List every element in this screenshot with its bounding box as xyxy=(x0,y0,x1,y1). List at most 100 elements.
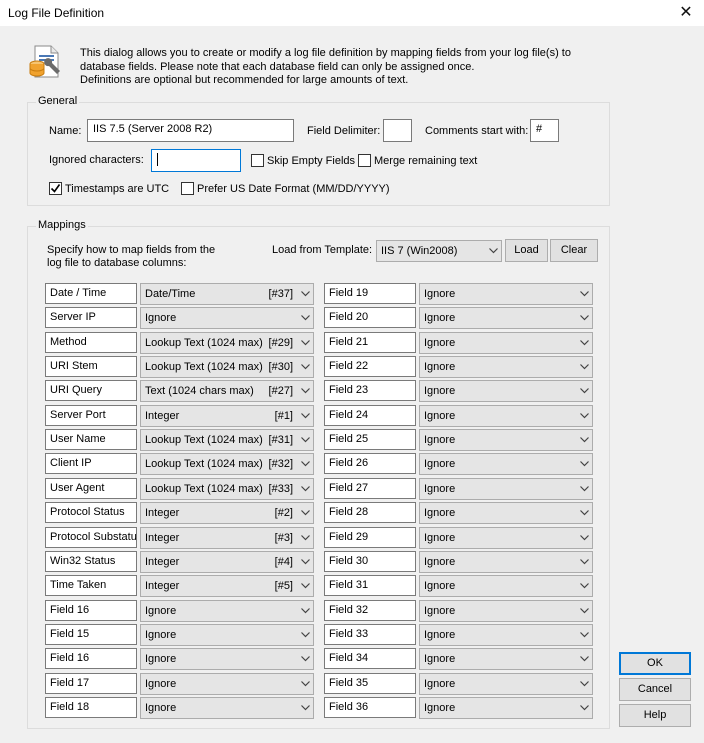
column-type-select[interactable]: Ignore xyxy=(140,648,314,670)
column-type-select[interactable]: Integer [#3] xyxy=(140,527,314,549)
column-type-select[interactable]: Lookup Text (1024 max) [#29] xyxy=(140,332,314,354)
source-field-input[interactable]: Client IP xyxy=(45,453,137,474)
column-type-select[interactable]: Ignore xyxy=(419,283,593,305)
source-field-input[interactable]: Field 32 xyxy=(324,600,416,621)
source-field-input[interactable]: Field 26 xyxy=(324,453,416,474)
column-type-select[interactable]: Ignore xyxy=(140,697,314,719)
column-type-select[interactable]: Ignore xyxy=(140,624,314,646)
source-field-input[interactable]: URI Query xyxy=(45,380,137,401)
source-field-input[interactable]: Field 31 xyxy=(324,575,416,596)
merge-remaining-text-label: Merge remaining text xyxy=(374,154,478,167)
source-field-input[interactable]: Protocol Status xyxy=(45,502,137,523)
column-type-select[interactable]: Ignore xyxy=(140,600,314,622)
source-field-input[interactable]: Server Port xyxy=(45,405,137,426)
source-field-input[interactable]: Field 16 xyxy=(45,600,137,621)
column-type-select[interactable]: Ignore xyxy=(419,600,593,622)
chevron-down-icon xyxy=(485,241,501,261)
column-type-select[interactable]: Ignore xyxy=(419,697,593,719)
column-type-select[interactable]: Ignore xyxy=(419,673,593,695)
column-type-select[interactable]: Ignore xyxy=(419,575,593,597)
source-field-input[interactable]: User Name xyxy=(45,429,137,450)
column-type-select[interactable]: Ignore xyxy=(419,356,593,378)
column-type-select[interactable]: Ignore xyxy=(419,405,593,427)
source-field-input[interactable]: Field 18 xyxy=(45,697,137,718)
column-type-select[interactable]: Ignore xyxy=(419,624,593,646)
source-field-input[interactable]: Field 36 xyxy=(324,697,416,718)
column-type-select[interactable]: Ignore xyxy=(419,527,593,549)
column-type-select[interactable]: Integer [#5] xyxy=(140,575,314,597)
column-type-select[interactable]: Ignore xyxy=(419,648,593,670)
column-type-select[interactable]: Ignore xyxy=(419,380,593,402)
intro-text: This dialog allows you to create or modi… xyxy=(80,47,590,88)
column-type-select[interactable]: Ignore xyxy=(419,453,593,475)
column-index: [#31] xyxy=(268,434,293,446)
column-type-select[interactable]: Lookup Text (1024 max) [#30] xyxy=(140,356,314,378)
column-type-select[interactable]: Ignore xyxy=(140,307,314,329)
source-field-input[interactable]: Field 22 xyxy=(324,356,416,377)
source-field-input[interactable]: Field 25 xyxy=(324,429,416,450)
source-field-input[interactable]: Field 21 xyxy=(324,332,416,353)
source-field-input[interactable]: Field 20 xyxy=(324,307,416,328)
chevron-down-icon xyxy=(297,454,313,474)
column-type-select[interactable]: Ignore xyxy=(419,307,593,329)
source-field-input[interactable]: Field 29 xyxy=(324,527,416,548)
source-field-input[interactable]: User Agent xyxy=(45,478,137,499)
source-field-input[interactable]: Field 17 xyxy=(45,673,137,694)
template-select[interactable]: IIS 7 (Win2008) xyxy=(376,240,502,262)
source-field-input[interactable]: URI Stem xyxy=(45,356,137,377)
column-type-select[interactable]: Lookup Text (1024 max) [#33] xyxy=(140,478,314,500)
ok-button[interactable]: OK xyxy=(619,652,691,675)
name-label: Name: xyxy=(49,125,82,137)
timestamps-utc-checkbox[interactable]: Timestamps are UTC xyxy=(49,182,169,195)
column-type-select[interactable]: Integer [#2] xyxy=(140,502,314,524)
column-type-select[interactable]: Integer [#1] xyxy=(140,405,314,427)
column-type-select[interactable]: Lookup Text (1024 max) [#31] xyxy=(140,429,314,451)
source-field-input[interactable]: Field 15 xyxy=(45,624,137,645)
chevron-down-icon xyxy=(297,528,313,548)
source-field-input[interactable]: Field 23 xyxy=(324,380,416,401)
column-type-select[interactable]: Ignore xyxy=(419,478,593,500)
prefer-us-date-checkbox[interactable]: Prefer US Date Format (MM/DD/YYYY) xyxy=(181,182,390,195)
skip-empty-fields-checkbox[interactable]: Skip Empty Fields xyxy=(251,154,355,167)
source-field-input[interactable]: Field 16 xyxy=(45,648,137,669)
source-field-input[interactable]: Field 27 xyxy=(324,478,416,499)
source-field-input[interactable]: Field 24 xyxy=(324,405,416,426)
name-input[interactable]: IIS 7.5 (Server 2008 R2) xyxy=(87,119,294,142)
prefer-us-date-label: Prefer US Date Format (MM/DD/YYYY) xyxy=(197,182,390,195)
merge-remaining-text-checkbox[interactable]: Merge remaining text xyxy=(358,154,477,167)
field-delimiter-input[interactable] xyxy=(383,119,412,142)
column-type-select[interactable]: Integer [#4] xyxy=(140,551,314,573)
column-index: [#33] xyxy=(268,483,293,495)
source-field-input[interactable]: Date / Time xyxy=(45,283,137,304)
load-template-button[interactable]: Load xyxy=(505,239,548,262)
cancel-button[interactable]: Cancel xyxy=(619,678,691,701)
source-field-input[interactable]: Field 35 xyxy=(324,673,416,694)
chevron-down-icon xyxy=(297,333,313,353)
help-button[interactable]: Help xyxy=(619,704,691,727)
column-type-select[interactable]: Ignore xyxy=(140,673,314,695)
column-type-select[interactable]: Ignore xyxy=(419,551,593,573)
column-type-select[interactable]: Text (1024 chars max) [#27] xyxy=(140,380,314,402)
source-field-input[interactable]: Field 34 xyxy=(324,648,416,669)
column-type-value: Ignore xyxy=(424,556,456,568)
column-type-select[interactable]: Lookup Text (1024 max) [#32] xyxy=(140,453,314,475)
source-field-input[interactable]: Field 30 xyxy=(324,551,416,572)
clear-template-button[interactable]: Clear xyxy=(550,239,598,262)
source-field-input[interactable]: Protocol Substatus xyxy=(45,527,137,548)
source-field-input[interactable]: Field 19 xyxy=(324,283,416,304)
ignored-characters-input[interactable] xyxy=(151,149,241,172)
source-field-input[interactable]: Win32 Status xyxy=(45,551,137,572)
source-field-input[interactable]: Time Taken xyxy=(45,575,137,596)
column-type-select[interactable]: Ignore xyxy=(419,332,593,354)
close-icon[interactable]: ✕ xyxy=(676,3,696,23)
comments-input[interactable]: # xyxy=(530,119,559,142)
source-field-input[interactable]: Field 28 xyxy=(324,502,416,523)
column-type-select[interactable]: Date/Time [#37] xyxy=(140,283,314,305)
source-field-input[interactable]: Method xyxy=(45,332,137,353)
intro-line: This dialog allows you to create or modi… xyxy=(80,47,571,59)
column-type-select[interactable]: Ignore xyxy=(419,429,593,451)
source-field-input[interactable]: Server IP xyxy=(45,307,137,328)
source-field-input[interactable]: Field 33 xyxy=(324,624,416,645)
chevron-down-icon xyxy=(576,406,592,426)
column-type-select[interactable]: Ignore xyxy=(419,502,593,524)
